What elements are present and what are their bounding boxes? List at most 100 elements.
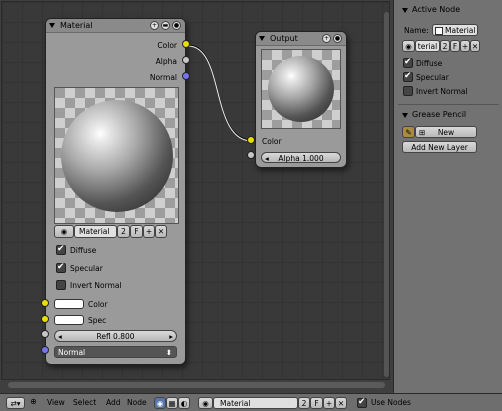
select-menu[interactable]: Select xyxy=(73,398,96,407)
view-menu[interactable]: View xyxy=(47,398,65,407)
add-new-layer-button[interactable]: Add New Layer xyxy=(402,141,477,153)
grease-pencil-new-label: New xyxy=(437,128,455,137)
specular-checkbox[interactable] xyxy=(56,262,66,273)
footer-unlink-material-icon[interactable]: ✕ xyxy=(335,397,347,409)
link-color xyxy=(187,44,253,141)
name-label: Name: xyxy=(404,26,429,35)
footer-users-count[interactable]: 2 xyxy=(298,397,310,409)
compositing-nodes-icon[interactable]: ◐ xyxy=(178,397,190,409)
output-color-input-socket[interactable] xyxy=(247,136,255,144)
spec-input-socket[interactable] xyxy=(41,315,49,323)
material-alpha-output-socket[interactable] xyxy=(182,56,190,64)
sidebar-specular-label: Specular xyxy=(416,73,449,82)
node-editor-header: ⇄▾ ⊕ View Select Add Node ◉ ▦ ◐ ◉ Materi… xyxy=(0,393,502,411)
use-nodes-checkbox[interactable] xyxy=(357,397,367,408)
output-preview-sphere xyxy=(268,56,334,122)
node-name-value: Material xyxy=(445,26,476,35)
vertical-scrollbar[interactable] xyxy=(384,12,389,377)
grease-pencil-new-button[interactable]: ⊞ New xyxy=(415,126,477,138)
node-name-field[interactable]: Material xyxy=(432,24,478,36)
alpha-value: Alpha 1.000 xyxy=(278,154,324,163)
grease-pencil-panel-title[interactable]: Grease Pencil xyxy=(412,110,466,119)
material-normal-output-socket[interactable] xyxy=(182,72,190,80)
material-node[interactable]: Material + ▬ ● Color Alpha Normal ◉ Mate… xyxy=(45,18,186,365)
sidebar-unlink-material-icon[interactable]: ✕ xyxy=(470,40,480,52)
output-preview xyxy=(261,49,341,129)
diffuse-label: Diffuse xyxy=(70,246,97,255)
spec-input-label: Spec xyxy=(88,316,107,325)
collapse-triangle-icon[interactable] xyxy=(49,23,55,28)
collapse-triangle-icon[interactable] xyxy=(259,36,265,41)
normal-input-socket[interactable] xyxy=(41,346,49,354)
material-name-field[interactable]: Material xyxy=(74,225,117,238)
properties-sidebar: Active Node Name: Material ◉ terial 2 F … xyxy=(393,0,502,393)
texture-nodes-icon[interactable]: ▦ xyxy=(166,397,178,409)
footer-material-name-field[interactable]: Material xyxy=(213,397,298,409)
footer-material-browse-button[interactable]: ◉ xyxy=(198,397,213,409)
material-sphere-icon[interactable]: ● xyxy=(333,34,342,43)
grease-pencil-collapse-icon[interactable] xyxy=(402,113,408,118)
sidebar-material-name-field[interactable]: terial xyxy=(415,40,440,52)
add-material-icon[interactable]: + xyxy=(143,225,155,238)
use-nodes-label: Use Nodes xyxy=(371,398,411,407)
output-normal-label: Normal xyxy=(149,73,177,82)
plus-icon[interactable]: + xyxy=(322,34,331,43)
invert-normal-checkbox[interactable] xyxy=(56,280,66,290)
collapse-menus-icon[interactable]: ⊕ xyxy=(30,397,37,406)
link-alpha-output xyxy=(187,45,253,142)
refl-value: Refl 0.800 xyxy=(96,332,135,341)
preview-toggle-icon[interactable]: ▬ xyxy=(161,21,170,30)
material-node-title: Material xyxy=(60,21,93,30)
material-node-header[interactable]: Material + ▬ ● xyxy=(46,19,185,33)
active-node-collapse-icon[interactable] xyxy=(402,8,408,13)
invert-normal-label: Invert Normal xyxy=(70,281,122,290)
footer-add-material-icon[interactable]: + xyxy=(323,397,335,409)
refl-input-socket[interactable] xyxy=(41,330,49,338)
add-menu[interactable]: Add xyxy=(106,398,121,407)
refl-left-arrow-icon[interactable]: ◂ xyxy=(58,331,62,342)
output-node[interactable]: Output + ● Color ◂ Alpha 1.000 xyxy=(255,31,347,168)
output-alpha-input-socket[interactable] xyxy=(247,151,255,159)
specular-label: Specular xyxy=(70,264,103,273)
alpha-slider[interactable]: ◂ Alpha 1.000 xyxy=(261,152,341,163)
color-swatch[interactable] xyxy=(54,299,84,309)
sidebar-fake-user-button[interactable]: F xyxy=(450,40,460,52)
output-alpha-label: Alpha xyxy=(155,57,177,66)
editor-type-menu[interactable]: ⇄▾ xyxy=(6,397,25,409)
output-color-input-label: Color xyxy=(262,137,282,146)
color-input-socket[interactable] xyxy=(41,299,49,307)
sidebar-users-count[interactable]: 2 xyxy=(440,40,450,52)
pencil-icon[interactable]: ✎ xyxy=(402,126,415,138)
unlink-material-icon[interactable]: ✕ xyxy=(155,225,167,238)
normal-dropdown[interactable]: Normal ⬍ xyxy=(54,346,177,358)
color-input-label: Color xyxy=(88,300,108,309)
plus-icon[interactable]: + xyxy=(150,21,159,30)
preview-sphere xyxy=(61,100,173,212)
node-icon xyxy=(435,27,443,35)
spec-swatch[interactable] xyxy=(54,315,84,325)
node-menu[interactable]: Node xyxy=(127,398,147,407)
sidebar-specular-checkbox[interactable] xyxy=(403,71,413,82)
output-node-header[interactable]: Output + ● xyxy=(256,32,346,46)
sidebar-invert-normal-label: Invert Normal xyxy=(416,87,468,96)
sidebar-material-browse-button[interactable]: ◉ xyxy=(402,40,415,52)
fake-user-button[interactable]: F xyxy=(130,225,143,238)
refl-slider[interactable]: ◂ Refl 0.800 ▸ xyxy=(54,330,177,342)
shader-nodes-icon[interactable]: ◉ xyxy=(154,397,166,409)
material-sphere-icon[interactable]: ● xyxy=(172,21,181,30)
horizontal-scrollbar[interactable] xyxy=(8,382,385,388)
footer-fake-user-button[interactable]: F xyxy=(310,397,323,409)
normal-dropdown-label: Normal xyxy=(58,348,86,357)
sidebar-invert-normal-checkbox[interactable] xyxy=(403,86,413,96)
active-node-panel-title[interactable]: Active Node xyxy=(412,5,460,14)
sidebar-diffuse-label: Diffuse xyxy=(416,59,443,68)
refl-right-arrow-icon[interactable]: ▸ xyxy=(169,331,173,342)
material-color-output-socket[interactable] xyxy=(182,40,190,48)
sidebar-diffuse-checkbox[interactable] xyxy=(403,57,413,68)
alpha-left-arrow-icon[interactable]: ◂ xyxy=(265,153,269,164)
material-users-count[interactable]: 2 xyxy=(117,225,130,238)
plus-icon: ⊞ xyxy=(419,128,426,137)
diffuse-checkbox[interactable] xyxy=(56,244,66,255)
sidebar-add-material-icon[interactable]: + xyxy=(460,40,470,52)
material-browse-button[interactable]: ◉ xyxy=(54,225,74,238)
